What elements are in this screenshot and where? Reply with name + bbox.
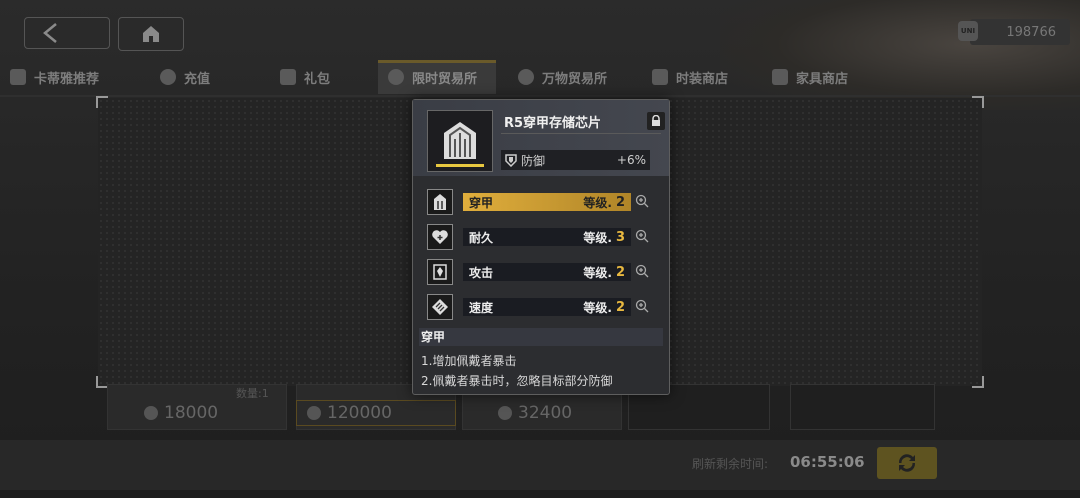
armor-pierce-icon	[427, 189, 453, 215]
character-icon	[10, 69, 26, 85]
main-stat: 防御 +6%	[501, 150, 650, 170]
skill-bar: 速度 等级. 2	[463, 298, 631, 316]
refresh-icon	[898, 454, 916, 472]
magnifier-icon[interactable]	[635, 229, 649, 243]
skill-name: 耐久	[469, 230, 494, 245]
currency-icon	[144, 406, 158, 420]
tab-recommend[interactable]: 卡蒂雅推荐	[10, 60, 99, 94]
shield-icon	[505, 153, 517, 167]
gift-icon	[280, 69, 296, 85]
price-value: 18000	[164, 403, 219, 423]
tab-furniture-shop[interactable]: 家具商店	[772, 60, 848, 94]
yen-icon	[160, 69, 176, 85]
tab-label: 家具商店	[796, 71, 849, 87]
chip-image	[427, 110, 493, 172]
home-button[interactable]	[118, 17, 184, 51]
skill-row[interactable]: 穿甲 等级. 2	[427, 189, 659, 215]
refresh-timer: 06:55:06	[790, 453, 865, 471]
price-tag: 18000	[134, 400, 284, 426]
furniture-icon	[772, 69, 788, 85]
description-title: 穿甲	[419, 328, 663, 346]
skill-level: 3	[615, 229, 625, 245]
speed-icon	[427, 294, 453, 320]
currency-icon: UNI	[958, 21, 978, 41]
stat-name: 防御	[521, 153, 546, 168]
skill-bar: 耐久 等级. 3	[463, 228, 631, 246]
item-name: R5穿甲存储芯片	[504, 116, 602, 131]
armor-chip-icon	[444, 122, 476, 159]
skill-level-label: 等级.	[583, 300, 612, 315]
skill-level-label: 等级.	[583, 230, 612, 245]
skill-level: 2	[615, 194, 625, 210]
tab-limited-exchange[interactable]: 限时贸易所	[378, 60, 496, 94]
back-arrow-icon	[43, 23, 57, 43]
refresh-label: 刷新剩余时间:	[692, 457, 769, 471]
skill-level-label: 等级.	[583, 265, 612, 280]
tab-divider	[0, 95, 1080, 97]
tab-label: 卡蒂雅推荐	[34, 71, 100, 87]
currency-value: 198766	[1006, 24, 1056, 40]
stat-value: +6%	[616, 153, 646, 167]
quantity-label: 数量:1	[236, 387, 269, 400]
skill-row[interactable]: 速度 等级. 2	[427, 294, 659, 320]
skill-name: 速度	[469, 300, 494, 315]
durability-icon	[427, 224, 453, 250]
skill-name: 攻击	[469, 265, 494, 280]
tab-gift[interactable]: 礼包	[280, 60, 330, 94]
skill-bar: 穿甲 等级. 2	[463, 193, 631, 211]
timer-icon	[388, 69, 404, 85]
price-tag: 32400	[488, 400, 608, 426]
price-value: 32400	[518, 403, 573, 423]
tab-label: 时装商店	[676, 71, 729, 87]
home-icon	[143, 26, 159, 42]
item-detail-card: R5穿甲存储芯片 防御 +6% 穿甲 等级. 2 耐久 等级. 3 攻击 等级.…	[412, 99, 670, 395]
refresh-button[interactable]	[877, 447, 937, 479]
price-tag: 120000	[296, 400, 456, 426]
currency-icon	[307, 406, 321, 420]
skill-level: 2	[615, 264, 625, 280]
attack-icon	[427, 259, 453, 285]
lock-button[interactable]	[647, 112, 665, 130]
top-bar: UNI 198766	[0, 0, 1080, 60]
frame-corner	[972, 96, 984, 108]
frame-corner	[96, 96, 108, 108]
description-line: 1.增加佩戴者暴击	[421, 354, 517, 368]
goods-slot[interactable]	[790, 384, 935, 430]
lock-icon	[652, 115, 660, 126]
back-button[interactable]	[24, 17, 110, 49]
skill-row[interactable]: 攻击 等级. 2	[427, 259, 659, 285]
tab-label: 限时贸易所	[412, 71, 478, 87]
skill-row[interactable]: 耐久 等级. 3	[427, 224, 659, 250]
tab-label: 礼包	[304, 71, 331, 87]
tab-label: 万物贸易所	[542, 71, 608, 87]
magnifier-icon[interactable]	[635, 264, 649, 278]
skill-name: 穿甲	[469, 195, 494, 210]
tab-recharge[interactable]: 充值	[160, 60, 210, 94]
frame-corner	[972, 376, 984, 388]
price-value: 120000	[327, 403, 392, 423]
skill-level-label: 等级.	[583, 195, 612, 210]
skill-bar: 攻击 等级. 2	[463, 263, 631, 281]
exchange-icon	[518, 69, 534, 85]
tab-fashion-shop[interactable]: 时装商店	[652, 60, 728, 94]
wardrobe-icon	[652, 69, 668, 85]
skill-level: 2	[615, 299, 625, 315]
description-line: 2.佩戴者暴击时，忽略目标部分防御	[421, 374, 613, 388]
currency-display: UNI 198766	[958, 19, 1070, 45]
shop-tabs: 卡蒂雅推荐 充值 礼包 限时贸易所 万物贸易所 时装商店 家具商店	[0, 60, 1080, 94]
tab-universal-exchange[interactable]: 万物贸易所	[518, 60, 607, 94]
tab-label: 充值	[184, 71, 211, 87]
currency-icon	[498, 406, 512, 420]
magnifier-icon[interactable]	[635, 299, 649, 313]
magnifier-icon[interactable]	[635, 194, 649, 208]
title-divider	[501, 133, 661, 134]
